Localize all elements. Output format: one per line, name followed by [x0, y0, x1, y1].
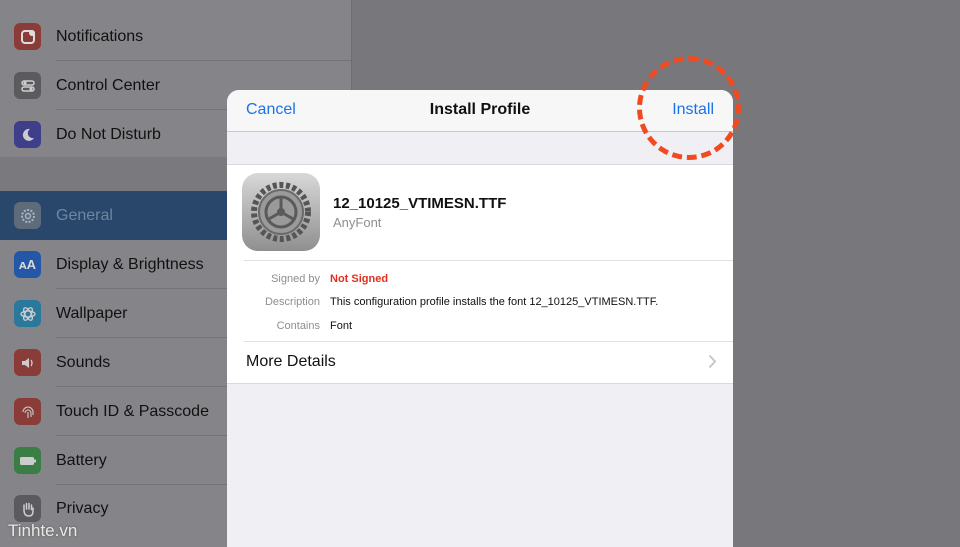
control-center-icon — [14, 72, 41, 99]
detail-key: Signed by — [271, 273, 320, 285]
sidebar-item-label: Privacy — [56, 499, 109, 517]
hand-icon — [14, 495, 41, 522]
sidebar-item-label: Notifications — [56, 27, 144, 45]
detail-key: Description — [264, 296, 320, 308]
sidebar-item-label: Do Not Disturb — [56, 125, 161, 143]
moon-icon — [14, 121, 41, 148]
battery-icon — [14, 447, 41, 474]
sidebar-item-label: General — [56, 206, 113, 224]
chevron-right-icon — [708, 354, 717, 374]
profile-name: 12_10125_VTIMESN.TTF — [333, 195, 507, 212]
speaker-icon — [14, 349, 41, 376]
sidebar-item-label: Control Center — [56, 76, 161, 94]
watermark: Tinhte.vn — [8, 521, 78, 540]
notifications-icon — [14, 23, 41, 50]
sidebar-item-label: Sounds — [56, 353, 111, 371]
detail-value: This configuration profile installs the … — [330, 296, 659, 308]
sidebar-item-label: Display & Brightness — [56, 255, 204, 273]
sidebar-item-notifications[interactable]: Notifications — [0, 12, 351, 61]
profile-card: 12_10125_VTIMESN.TTF AnyFont Signed by N… — [227, 164, 733, 384]
detail-key: Contains — [276, 320, 320, 332]
settings-gear-icon — [242, 173, 320, 251]
annotation-circle — [637, 56, 741, 160]
sidebar-item-label: Battery — [56, 451, 107, 469]
profile-organization: AnyFont — [333, 215, 382, 230]
fingerprint-icon — [14, 398, 41, 425]
card-divider — [244, 260, 733, 261]
wallpaper-icon — [14, 300, 41, 327]
sidebar-item-label: Wallpaper — [56, 304, 128, 322]
display-icon: ᴀA — [14, 251, 41, 278]
signature-status: Not Signed — [330, 273, 389, 285]
more-details-label: More Details — [246, 353, 336, 370]
detail-value: Font — [330, 320, 353, 332]
gear-icon — [14, 202, 41, 229]
install-profile-modal: Cancel Install Profile Install 12_10125_… — [227, 90, 733, 547]
more-details-row[interactable]: More Details — [227, 342, 733, 383]
sidebar-item-label: Touch ID & Passcode — [56, 402, 209, 420]
